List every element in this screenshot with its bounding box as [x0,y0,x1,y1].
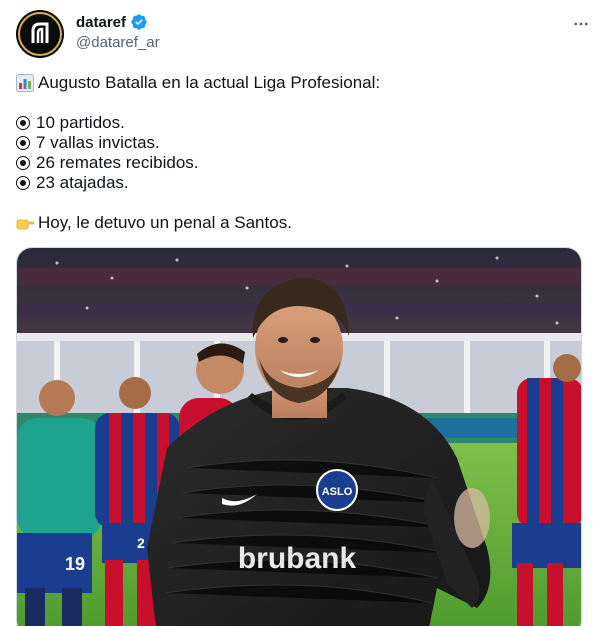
closing-line: Hoy, le detuvo un penal a Santos. [16,213,591,233]
bar-chart-emoji-icon [16,73,38,93]
title-line: Augusto Batalla en la actual Liga Profes… [16,73,591,93]
stat-line: 26 remates recibidos. [16,153,591,173]
tweet-text: Augusto Batalla en la actual Liga Profes… [16,73,591,233]
handle[interactable]: @dataref_ar [76,34,160,51]
stat-text: 26 remates recibidos. [36,153,199,172]
dataref-logo-icon [16,10,64,58]
title-text: Augusto Batalla en la actual Liga Profes… [38,73,381,92]
name-row: dataref [76,13,148,31]
pointing-hand-emoji-icon [16,213,38,233]
tweet-photo[interactable]: 19 2 ASLO brubank [16,247,582,626]
stat-text: 7 vallas invictas. [36,133,160,152]
stat-line: 10 partidos. [16,113,591,133]
tweet-card: dataref @dataref_ar Augusto Batalla en l… [0,0,607,626]
avatar[interactable] [16,10,64,58]
radio-bullet-icon [16,156,30,170]
radio-bullet-icon [16,176,30,190]
more-dots-icon [574,22,588,26]
stat-line: 23 atajadas. [16,173,591,193]
display-name[interactable]: dataref [76,14,126,31]
stat-line: 7 vallas invictas. [16,133,591,153]
jersey-sponsor: brubank [238,542,357,575]
verified-badge-icon [131,14,147,30]
more-options-button[interactable] [569,12,593,36]
radio-bullet-icon [16,136,30,150]
goalkeeper-photo: 19 2 ASLO brubank [17,248,581,626]
stat-text: 10 partidos. [36,113,125,132]
player-number-2: 2 [137,535,145,551]
stat-text: 23 atajadas. [36,173,129,192]
svg-text:ASLO: ASLO [322,486,353,498]
closing-text: Hoy, le detuvo un penal a Santos. [38,213,292,232]
player-number-19: 19 [65,554,85,574]
radio-bullet-icon [16,116,30,130]
